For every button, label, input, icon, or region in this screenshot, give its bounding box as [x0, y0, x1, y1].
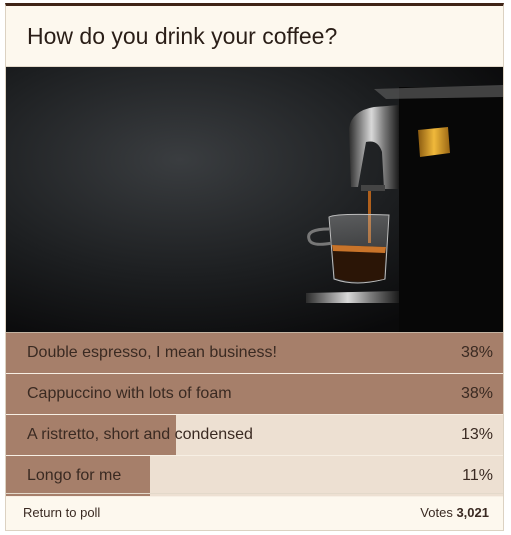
- votes-total: Votes 3,021: [420, 505, 489, 520]
- option-label: A ristretto, short and condensed: [27, 426, 253, 443]
- poll-option-longo[interactable]: Longo for me 11%: [6, 456, 503, 497]
- votes-count: 3,021: [456, 505, 489, 520]
- poll-title: How do you drink your coffee?: [6, 6, 503, 67]
- poll-widget: How do you drink your coffee? Double esp…: [5, 3, 504, 531]
- option-label: Cappuccino with lots of foam: [27, 385, 232, 402]
- option-percent: 38%: [460, 385, 493, 402]
- poll-results: Double espresso, I mean business! 38% Ca…: [6, 332, 503, 497]
- return-to-poll-link[interactable]: Return to poll: [23, 505, 100, 520]
- poll-hero-image: [6, 67, 503, 332]
- option-label: Double espresso, I mean business!: [27, 344, 277, 361]
- poll-option-ristretto[interactable]: A ristretto, short and condensed 13%: [6, 415, 503, 456]
- votes-label: Votes: [420, 505, 453, 520]
- option-label: Longo for me: [27, 467, 122, 484]
- option-percent: 11%: [462, 467, 493, 484]
- option-percent: 13%: [460, 426, 493, 443]
- poll-option-double-espresso[interactable]: Double espresso, I mean business! 38%: [6, 333, 503, 374]
- option-percent: 38%: [460, 344, 493, 361]
- poll-footer: Return to poll Votes 3,021: [6, 493, 503, 530]
- poll-option-cappuccino[interactable]: Cappuccino with lots of foam 38%: [6, 374, 503, 415]
